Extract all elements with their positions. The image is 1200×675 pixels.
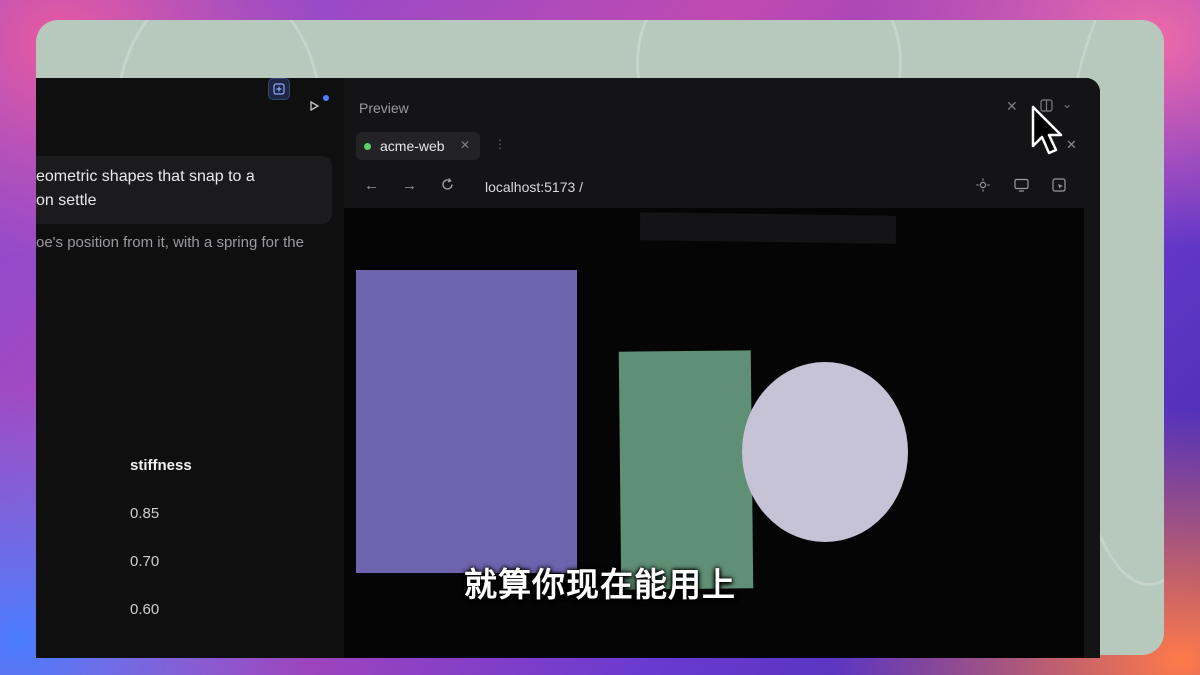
play-icon[interactable] <box>304 96 324 116</box>
more-menu-icon[interactable]: ⋮ <box>494 137 506 151</box>
message-line: on settle <box>36 192 97 209</box>
back-arrow-icon[interactable]: ← <box>364 177 379 194</box>
assistant-reply-line: oe's position from it, with a spring for… <box>36 234 304 251</box>
status-dot <box>364 143 371 150</box>
preview-title: Preview <box>359 100 409 116</box>
user-message-bubble: eometric shapes that snap to a on settle <box>36 156 332 224</box>
notification-dot <box>323 95 329 101</box>
green-rectangle[interactable] <box>618 350 754 590</box>
table-cell: 0.85 <box>130 505 160 522</box>
purple-rectangle[interactable] <box>356 270 577 573</box>
tab-acme-web[interactable]: acme-web ✕ <box>356 132 480 160</box>
theme-toggle-icon[interactable] <box>976 178 990 195</box>
tab-close-icon[interactable]: ✕ <box>460 138 470 152</box>
device-preview-icon[interactable] <box>1014 178 1029 195</box>
faded-shape <box>639 212 897 244</box>
video-subtitle: 就算你现在能用上 <box>464 566 736 603</box>
new-chat-icon[interactable] <box>268 78 290 100</box>
forward-arrow-icon[interactable]: → <box>402 177 417 194</box>
message-line: eometric shapes that snap to a <box>36 168 255 185</box>
table-header-stiffness: stiffness <box>130 457 192 474</box>
url-field[interactable]: localhost:5173 / <box>485 179 583 195</box>
reload-icon[interactable] <box>440 177 455 196</box>
inspect-icon[interactable] <box>1052 178 1066 195</box>
close-icon[interactable]: ✕ <box>1006 98 1018 115</box>
browser-nav-bar: ← → localhost:5173 / <box>344 168 1100 208</box>
tab-label: acme-web <box>380 138 445 154</box>
mouse-cursor-icon <box>1031 105 1063 155</box>
close-icon[interactable]: ✕ <box>1066 137 1077 153</box>
lavender-circle[interactable] <box>742 362 908 542</box>
